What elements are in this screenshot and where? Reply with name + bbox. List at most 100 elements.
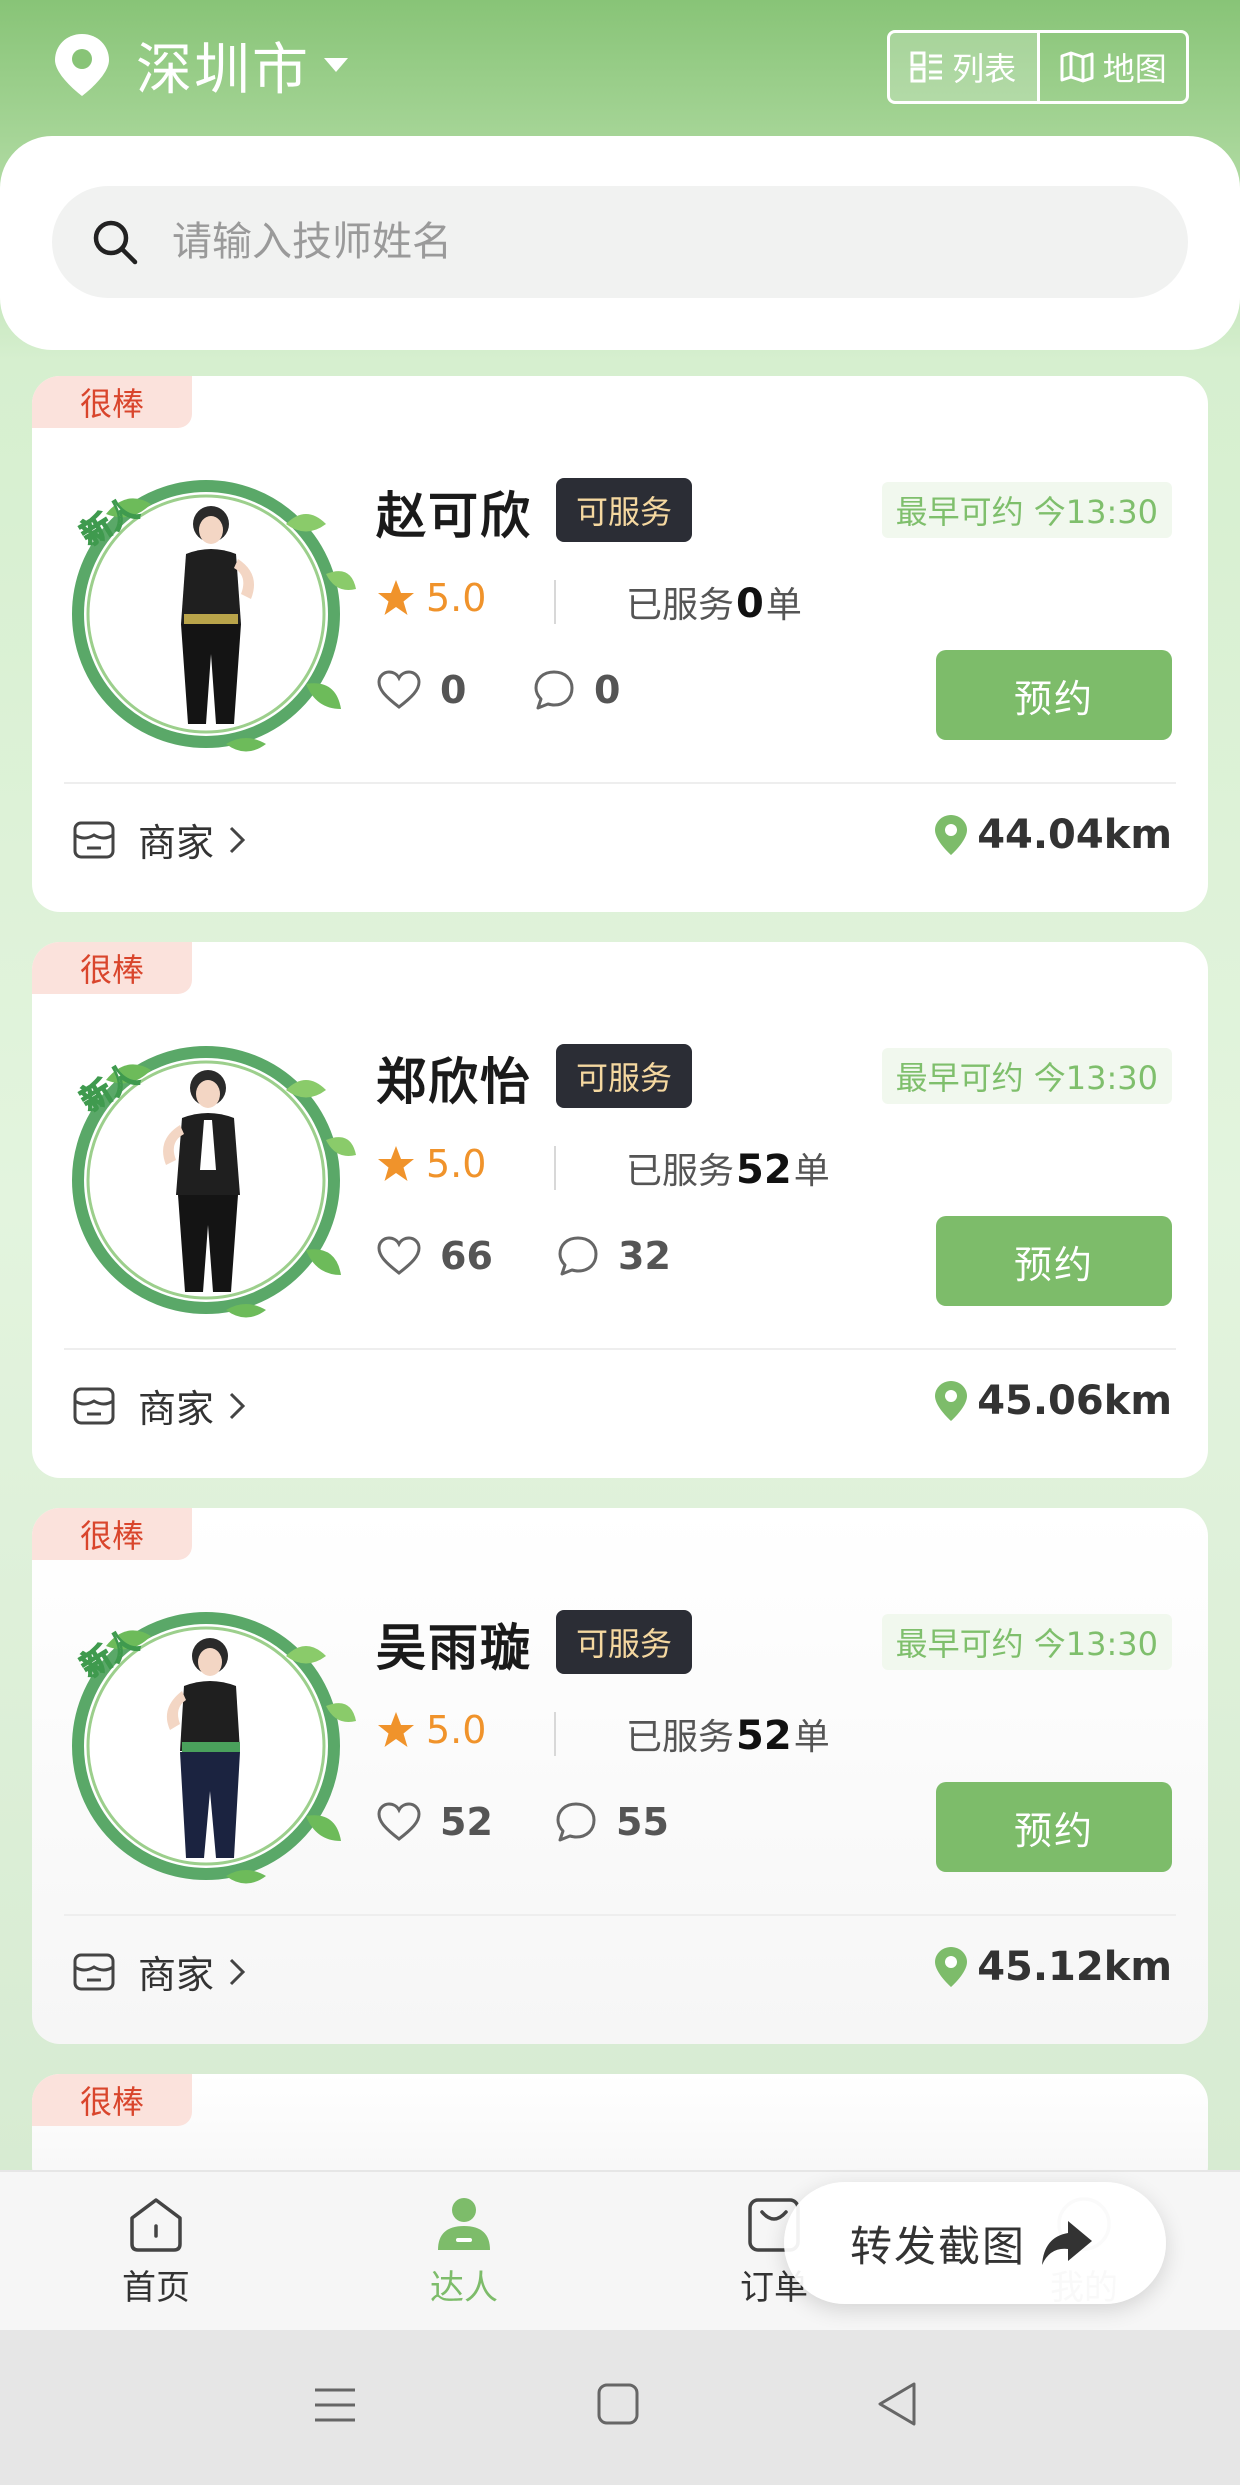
avatar: 新人 — [72, 1046, 356, 1318]
shop-icon — [73, 1387, 115, 1424]
rating-value: 5.0 — [426, 1708, 487, 1752]
like-button[interactable]: 0 — [376, 668, 466, 712]
menu-icon[interactable] — [312, 2382, 358, 2428]
book-button[interactable]: 预约 — [936, 650, 1172, 740]
comment-icon — [534, 670, 574, 710]
rating-tag: 很棒 — [32, 376, 192, 428]
comment-count: 0 — [594, 668, 621, 712]
served-prefix: 已服务 — [626, 1717, 735, 1758]
therapist-card[interactable]: 很棒 新人 郑欣怡 可服务 最早可约 今13:30 5.0 已服务 52 单 66 … — [32, 942, 1208, 1478]
distance-value: 44.04km — [977, 812, 1172, 858]
avatar: 新人 — [72, 1612, 356, 1884]
served-prefix: 已服务 — [626, 1151, 735, 1192]
location-pin-icon — [935, 1381, 968, 1421]
map-view-button[interactable]: 地图 — [1036, 33, 1187, 101]
search-panel — [0, 136, 1240, 350]
heart-icon — [377, 670, 421, 709]
divider-line — [554, 1146, 556, 1190]
rating-value: 5.0 — [426, 1142, 487, 1186]
book-button[interactable]: 预约 — [936, 1216, 1172, 1306]
merchant-link[interactable]: 商家 — [72, 812, 246, 867]
list-view-button[interactable]: 列表 — [890, 33, 1037, 101]
person-icon — [438, 2198, 490, 2250]
comment-button[interactable]: 55 — [554, 1800, 669, 1844]
star-icon — [378, 1146, 414, 1181]
card-divider — [64, 782, 1176, 784]
location-pin-icon — [55, 34, 109, 96]
forward-screenshot-button[interactable]: 转发截图 — [784, 2182, 1166, 2304]
view-toggle: 列表 地图 — [887, 30, 1189, 104]
book-button[interactable]: 预约 — [936, 1782, 1172, 1872]
comment-icon — [556, 1802, 596, 1842]
merchant-link[interactable]: 商家 — [72, 1944, 246, 1999]
map-view-label: 地图 — [1102, 50, 1167, 88]
therapist-name: 吴雨璇 — [376, 1619, 532, 1677]
shop-icon — [73, 821, 115, 858]
location-pin-icon — [935, 815, 968, 855]
system-navigation-bar — [0, 2330, 1240, 2485]
chevron-right-icon — [229, 826, 246, 853]
served-suffix: 单 — [793, 1151, 830, 1192]
comment-button[interactable]: 32 — [556, 1234, 671, 1278]
search-bar[interactable] — [52, 186, 1188, 298]
comment-button[interactable]: 0 — [532, 668, 620, 712]
status-badge: 可服务 — [556, 1610, 692, 1674]
served-number: 52 — [736, 1713, 792, 1759]
served-prefix: 已服务 — [626, 585, 735, 626]
city-name: 深圳市 — [136, 37, 310, 103]
served-number: 52 — [736, 1147, 792, 1193]
location-pin-icon — [935, 1947, 968, 1987]
back-triangle-icon[interactable] — [874, 2380, 918, 2428]
distance-value: 45.12km — [977, 1944, 1172, 1990]
like-count: 0 — [440, 668, 467, 712]
therapist-card[interactable]: 很棒 新人 赵可欣 可服务 最早可约 今13:30 5.0 已服务 0 单 0 0 … — [32, 376, 1208, 912]
rating-tag: 很棒 — [32, 1508, 192, 1560]
star-icon — [378, 580, 414, 615]
tab-home-label: 首页 — [122, 2268, 190, 2308]
map-icon — [1060, 51, 1094, 83]
city-selector[interactable]: 深圳市 — [52, 30, 348, 103]
earliest-time: 最早可约 今13:30 — [881, 1614, 1172, 1670]
distance: 45.06km — [933, 1378, 1172, 1424]
like-button[interactable]: 52 — [376, 1800, 493, 1844]
tab-home[interactable]: 首页 — [86, 2194, 226, 2309]
star-icon — [378, 1712, 414, 1747]
forward-screenshot-label: 转发截图 — [850, 2221, 1027, 2271]
divider-line — [554, 580, 556, 624]
search-icon — [93, 220, 138, 265]
distance-value: 45.06km — [977, 1378, 1172, 1424]
therapist-card[interactable]: 很棒 新人 吴雨璇 可服务 最早可约 今13:30 5.0 已服务 52 单 52 … — [32, 1508, 1208, 2044]
heart-icon — [377, 1802, 421, 1841]
top-header: 深圳市 列表 地图 — [0, 0, 1240, 138]
heart-icon — [377, 1236, 421, 1275]
earliest-time: 最早可约 今13:30 — [881, 1048, 1172, 1104]
avatar: 新人 — [72, 480, 356, 752]
list-grid-icon — [910, 51, 943, 83]
comment-count: 55 — [616, 1800, 669, 1844]
served-count: 已服务 52 单 — [626, 1142, 830, 1194]
served-suffix: 单 — [765, 585, 802, 626]
home-square-icon[interactable] — [596, 2382, 640, 2426]
chevron-right-icon — [229, 1392, 246, 1419]
like-count: 66 — [440, 1234, 493, 1278]
rating-value: 5.0 — [426, 576, 487, 620]
home-icon — [130, 2198, 182, 2252]
distance: 45.12km — [933, 1944, 1172, 1990]
served-count: 已服务 0 单 — [626, 576, 802, 628]
distance: 44.04km — [933, 812, 1172, 858]
rating: 5.0 — [376, 1142, 486, 1186]
comment-count: 32 — [618, 1234, 671, 1278]
list-view-label: 列表 — [952, 50, 1017, 88]
therapist-name: 赵可欣 — [376, 487, 532, 545]
divider-line — [554, 1712, 556, 1756]
merchant-link[interactable]: 商家 — [72, 1378, 246, 1433]
caret-down-icon — [324, 58, 348, 72]
search-input[interactable] — [170, 218, 1074, 266]
tab-talent[interactable]: 达人 — [394, 2194, 534, 2309]
earliest-time: 最早可约 今13:30 — [881, 482, 1172, 538]
merchant-label: 商家 — [138, 1953, 215, 1997]
card-divider — [64, 1914, 1176, 1916]
tab-talent-label: 达人 — [430, 2268, 498, 2308]
like-button[interactable]: 66 — [376, 1234, 493, 1278]
rating: 5.0 — [376, 576, 486, 620]
